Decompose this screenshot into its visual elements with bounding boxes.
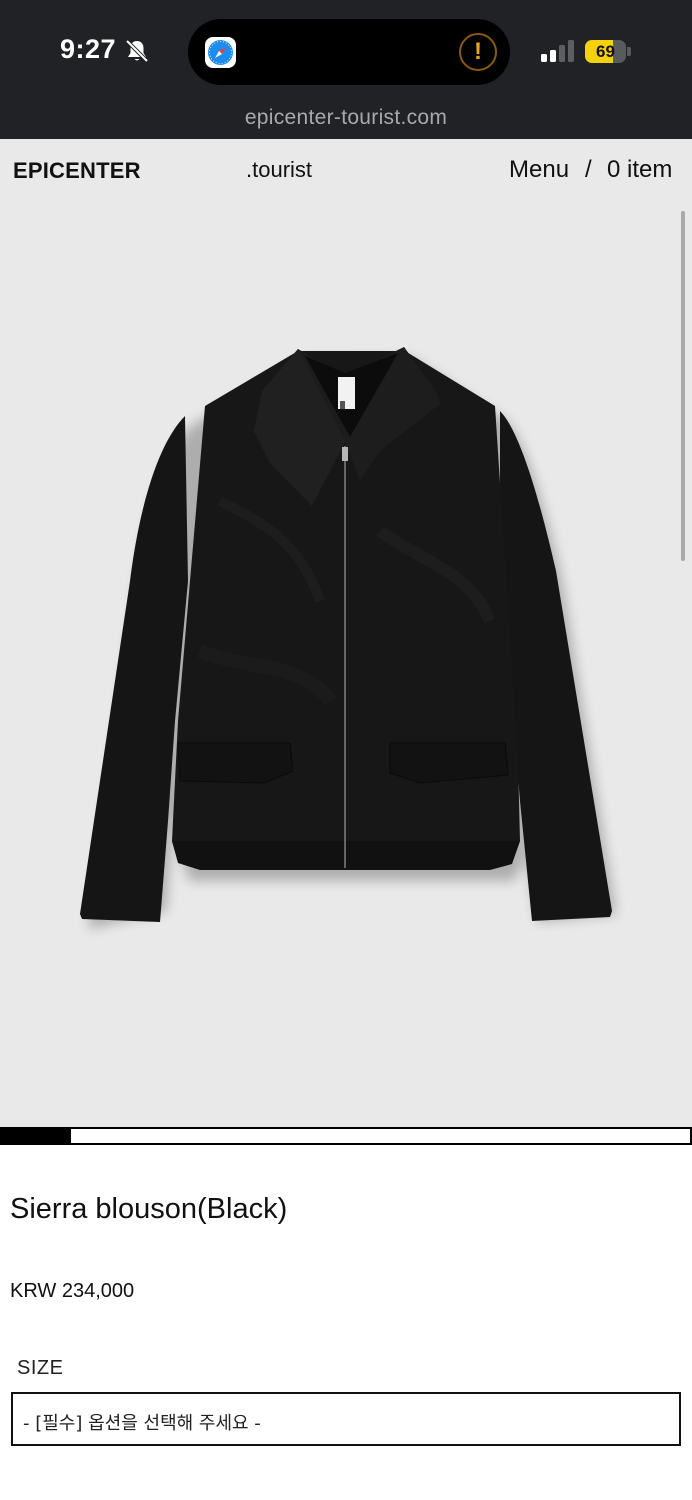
status-bar: 9:27 ! 69 epicenter-tourist.com [0,0,692,139]
battery-level: 69 [596,42,615,61]
page-scrollbar[interactable] [681,211,685,561]
safari-icon[interactable] [205,37,236,68]
alert-icon[interactable]: ! [459,33,497,71]
header-separator: / [585,156,592,183]
menu-link[interactable]: Menu [509,156,569,184]
address-bar-url[interactable]: epicenter-tourist.com [0,106,692,130]
battery-icon: 69 [585,40,631,63]
gallery-progress-fill [2,1129,71,1143]
signal-icon [541,40,574,62]
size-select-value: - [필수] 옵션을 선택해 주세요 - [23,1413,261,1434]
gallery-progress-bar[interactable] [0,1127,692,1145]
dynamic-island: ! [188,19,510,85]
jacket-image [80,347,616,929]
product-image[interactable] [0,201,692,1127]
size-select[interactable]: - [필수] 옵션을 선택해 주세요 - [11,1392,681,1446]
product-price: KRW 234,000 [10,1280,135,1302]
sub-brand-link[interactable]: .tourist [246,157,312,183]
brand-logo[interactable]: EPICENTER [13,158,141,184]
size-label: SIZE [17,1357,64,1379]
bell-muted-icon [125,39,149,63]
product-title: Sierra blouson(Black) [10,1193,288,1225]
status-time: 9:27 [60,34,117,64]
cart-link[interactable]: 0 item [607,156,672,184]
site-header: EPICENTER .tourist Menu / 0 item [0,139,692,201]
